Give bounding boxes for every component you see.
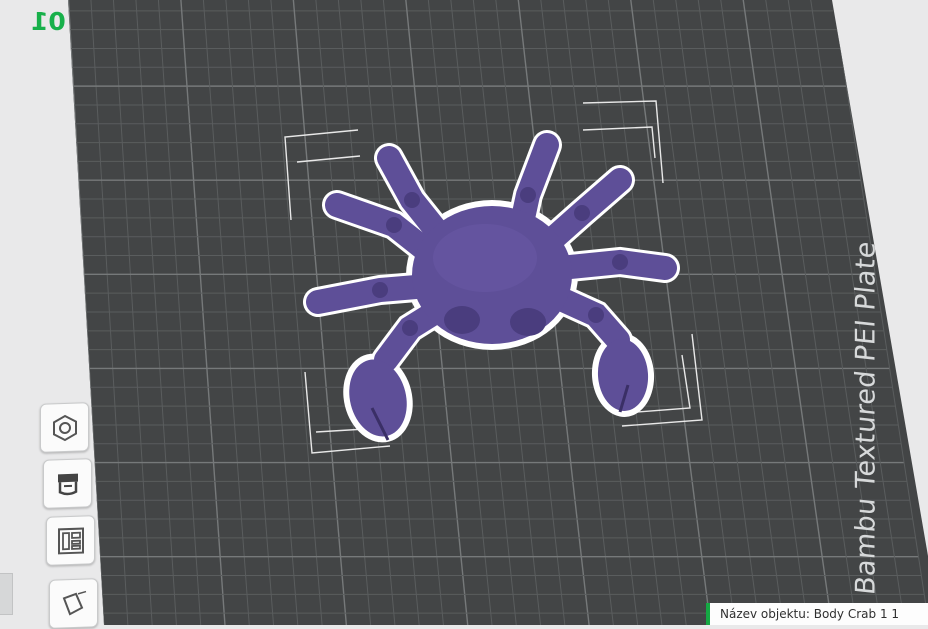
orient-button[interactable] [40,402,89,453]
build-plate-viewport[interactable] [0,0,928,625]
plate-number[interactable]: 01 [31,7,66,36]
arrange-button[interactable] [46,515,95,566]
layout-grid-icon [57,527,84,554]
plate-toolbar [0,395,110,629]
collapse-panel-tab[interactable] [0,573,13,615]
cut-button[interactable] [43,458,92,509]
cube-auto-icon [62,590,86,616]
hexagon-nut-icon [52,414,77,441]
object-name-value: Body Crab 1 1 [813,607,900,621]
object-info-bar: Název objektu: Body Crab 1 1 [706,603,928,625]
cut-cup-icon [57,473,78,495]
object-name-label: Název objektu: [720,607,810,621]
auto-orient-button[interactable] [49,578,98,629]
